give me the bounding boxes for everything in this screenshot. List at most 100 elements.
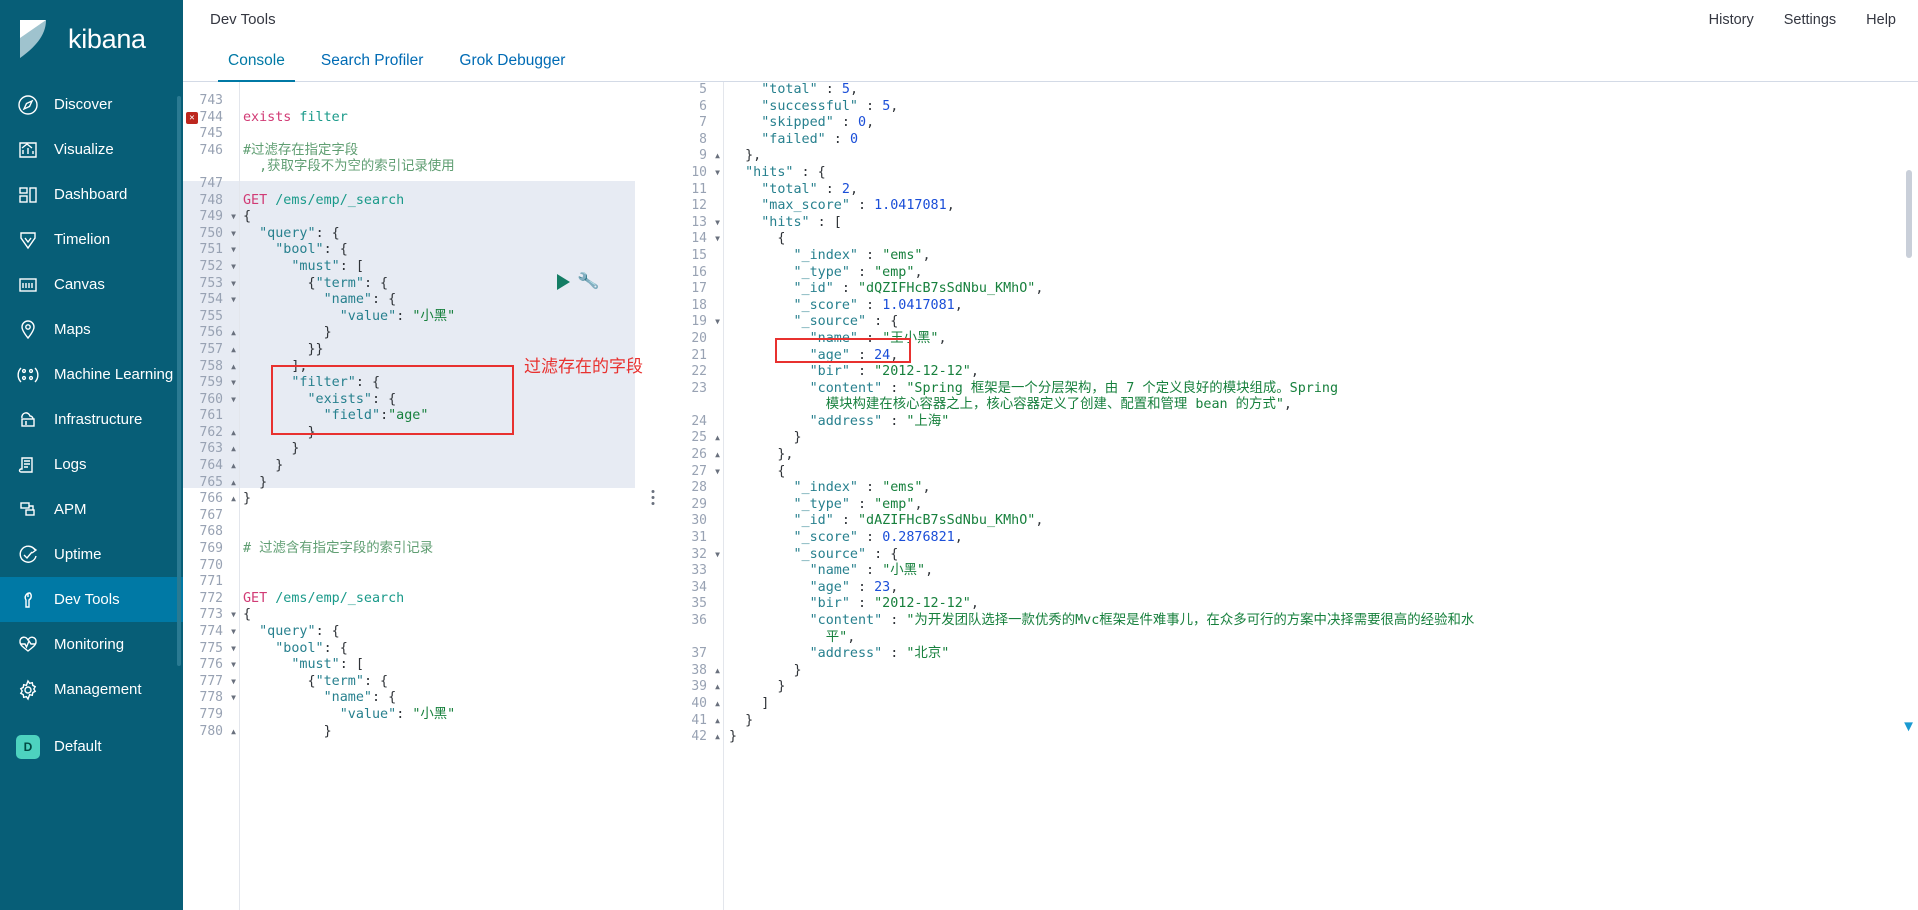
- code-token: :: [849, 198, 875, 214]
- line-number: 11: [691, 181, 707, 197]
- kibana-brand-name: kibana: [68, 23, 146, 54]
- code-token: GET: [243, 590, 276, 606]
- sidebar-item-maps[interactable]: Maps: [0, 307, 183, 352]
- fold-down-icon[interactable]: ▼: [715, 547, 720, 564]
- wrench-icon: [16, 588, 40, 612]
- line-number: 777 ▼: [199, 673, 236, 691]
- fold-down-icon[interactable]: ▼: [231, 226, 236, 243]
- wrench-menu-icon[interactable]: 🔧: [577, 271, 601, 294]
- fold-down-icon[interactable]: ▼: [231, 657, 236, 674]
- fold-up-icon[interactable]: ▲: [715, 663, 720, 680]
- code-token: "王小黑": [882, 330, 939, 346]
- sidebar-item-discover[interactable]: Discover: [0, 82, 183, 127]
- code-line: "age" : 24,: [729, 348, 1474, 365]
- sidebar-item-dashboard[interactable]: Dashboard: [0, 172, 183, 217]
- sidebar-item-management[interactable]: Management: [0, 667, 183, 712]
- code-token: :: [833, 513, 858, 529]
- fold-up-icon[interactable]: ▲: [231, 425, 236, 442]
- fold-down-icon[interactable]: ▼: [231, 674, 236, 691]
- fold-down-icon[interactable]: ▼: [231, 292, 236, 309]
- response-code[interactable]: 5 6 7 8 9 ▲ 10 ▼ 11 12 13 ▼ 14 ▼ 15 16 17 18 19 ▼ 20 21 22 23 24…: [671, 82, 1918, 744]
- fold-down-icon[interactable]: ▼: [231, 259, 236, 276]
- send-request-button[interactable]: [557, 274, 570, 290]
- code-line: "content" : "为开发团队选择一款优秀的Mvc框架是件难事儿，在众多可…: [729, 613, 1475, 646]
- sidebar-item-visualize[interactable]: Visualize: [0, 127, 183, 172]
- fold-up-icon[interactable]: ▲: [715, 713, 720, 730]
- sidebar-scrollbar[interactable]: [177, 96, 181, 666]
- fold-up-icon[interactable]: ▲: [231, 475, 236, 492]
- request-editor-pane[interactable]: 743 744 ✕ 745 746 747 748 749 ▼ 750 ▼ 751 ▼ 752 ▼ 753 ▼ 7…: [183, 82, 635, 910]
- tab-grok-debugger[interactable]: Grok Debugger: [441, 52, 583, 81]
- fold-up-icon[interactable]: ▲: [715, 430, 720, 447]
- fold-up-icon[interactable]: ▲: [231, 724, 236, 741]
- top-header: Dev Tools History Settings Help: [183, 0, 1918, 40]
- fold-up-icon[interactable]: ▲: [231, 458, 236, 475]
- fold-down-icon[interactable]: ▼: [231, 607, 236, 624]
- fold-down-icon[interactable]: ▼: [715, 464, 720, 481]
- fold-up-icon[interactable]: ▲: [715, 696, 720, 713]
- fold-down-icon[interactable]: ▼: [231, 641, 236, 658]
- code-token: :: [817, 181, 842, 197]
- request-code[interactable]: 743 744 ✕ 745 746 747 748 749 ▼ 750 ▼ 751 ▼ 752 ▼ 753 ▼ 7…: [183, 93, 635, 739]
- sidebar-item-machine-learning[interactable]: Machine Learning: [0, 352, 183, 397]
- code-token: "total": [729, 82, 818, 97]
- space-avatar: D: [16, 734, 40, 759]
- header-link-history[interactable]: History: [1709, 12, 1754, 28]
- code-line: "bir" : "2012-12-12",: [729, 596, 1474, 613]
- header-link-settings[interactable]: Settings: [1784, 12, 1836, 28]
- header-link-help[interactable]: Help: [1866, 12, 1896, 28]
- sidebar-item-dev-tools[interactable]: Dev Tools: [0, 577, 183, 622]
- code-line: GET /ems/emp/_search: [243, 591, 455, 608]
- code-line: }: [243, 441, 455, 458]
- fold-down-icon[interactable]: ▼: [231, 375, 236, 392]
- code-token: "_type": [729, 496, 850, 512]
- kibana-brand[interactable]: kibana: [0, 4, 183, 76]
- sidebar-item-timelion[interactable]: Timelion: [0, 217, 183, 262]
- fold-up-icon[interactable]: ▲: [231, 441, 236, 458]
- line-number: 772: [199, 590, 223, 606]
- fold-down-icon[interactable]: ▼: [231, 392, 236, 409]
- fold-down-icon[interactable]: ▼: [231, 242, 236, 259]
- fold-up-icon[interactable]: ▲: [231, 325, 236, 342]
- line-number: 758 ▲: [199, 358, 236, 376]
- line-number: 773 ▼: [199, 607, 236, 624]
- code-token: ,: [890, 347, 899, 363]
- fold-up-icon[interactable]: ▲: [715, 679, 720, 696]
- error-marker-icon[interactable]: ✕: [186, 111, 198, 124]
- fold-down-icon[interactable]: ▼: [715, 215, 720, 232]
- sidebar-item-monitoring[interactable]: Monitoring: [0, 622, 183, 667]
- sidebar-item-infrastructure[interactable]: Infrastructure: [0, 397, 183, 442]
- code-token: }: [729, 712, 754, 728]
- fold-up-icon[interactable]: ▲: [231, 342, 236, 359]
- tab-search-profiler[interactable]: Search Profiler: [303, 52, 442, 81]
- fold-down-icon[interactable]: ▼: [231, 209, 236, 226]
- fold-up-icon[interactable]: ▲: [715, 729, 720, 746]
- code-token: :: [858, 530, 883, 546]
- fold-down-icon[interactable]: ▼: [715, 314, 720, 331]
- code-token: {: [243, 607, 252, 623]
- fold-up-icon[interactable]: ▲: [715, 148, 720, 165]
- code-token: {: [729, 463, 786, 479]
- sidebar-item-space-default[interactable]: D Default: [0, 724, 183, 769]
- fold-up-icon[interactable]: ▲: [231, 359, 236, 376]
- sidebar-item-apm[interactable]: APM: [0, 487, 183, 532]
- fold-up-icon[interactable]: ▲: [715, 447, 720, 464]
- fold-down-icon[interactable]: ▼: [231, 276, 236, 293]
- code-token: "filter": [243, 375, 356, 391]
- code-token: :: [858, 330, 883, 346]
- fold-up-icon[interactable]: ▲: [231, 491, 236, 508]
- sidebar-item-canvas[interactable]: Canvas: [0, 262, 183, 307]
- sidebar-item-uptime[interactable]: Uptime: [0, 532, 183, 577]
- tab-console[interactable]: Console: [210, 52, 303, 82]
- code-line: #过滤存在指定字段: [243, 143, 455, 160]
- main-area: Dev Tools History Settings Help Console Sea…: [183, 0, 1918, 910]
- response-scrollbar[interactable]: [1906, 170, 1912, 258]
- fold-down-icon[interactable]: ▼: [715, 231, 720, 248]
- pane-resizer[interactable]: [635, 82, 671, 910]
- sidebar-item-logs[interactable]: Logs: [0, 442, 183, 487]
- response-pane[interactable]: 5 6 7 8 9 ▲ 10 ▼ 11 12 13 ▼ 14 ▼ 15 16 17 18 19 ▼ 20 21 22 23 24…: [671, 82, 1918, 910]
- scroll-down-arrow-icon[interactable]: ▼: [1901, 718, 1916, 735]
- fold-down-icon[interactable]: ▼: [231, 624, 236, 641]
- fold-down-icon[interactable]: ▼: [231, 690, 236, 707]
- fold-down-icon[interactable]: ▼: [715, 165, 720, 182]
